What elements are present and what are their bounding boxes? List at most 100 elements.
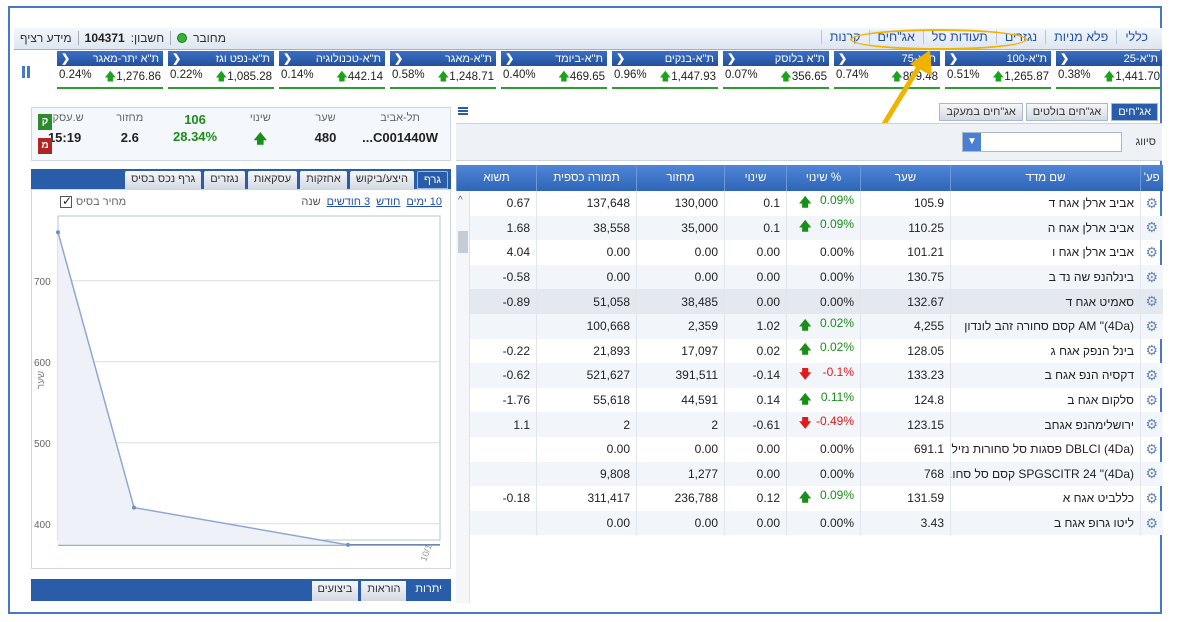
table-row[interactable]: ⚙ ליטו גרופ אגח ב 3.43 0.00% 0.00 0.00 0.00 [456, 510, 1163, 536]
tab-base-asset-graph[interactable]: גרף נכס בסיס [125, 171, 202, 189]
table-row[interactable]: ⚙ בינלהנפ שה נד ב 130.75 0.00% 0.00 0.00 0.00-… [456, 264, 1163, 290]
nav-general[interactable]: כללי [1116, 30, 1156, 44]
security-name-cell[interactable]: כללביט אגח א [950, 486, 1141, 511]
table-row[interactable]: ⚙ ירושלימהנפ אגחב 123.15 -0.49% 🡇 -0.61 2 2 1.1 [456, 412, 1163, 437]
security-name-cell[interactable]: בינל הנפק אגח ג [950, 338, 1141, 364]
table-row[interactable]: ⚙ אביב ארלן אגח ו 101.21 0.00% 0.00 0.00 0.00 4… [456, 240, 1163, 265]
security-name-cell[interactable]: (4Da)" AM קסם סחורה זהב לונדון [950, 313, 1141, 339]
column-header[interactable]: פע' [1140, 165, 1163, 191]
tab-bonds[interactable]: אג"חים [1111, 103, 1158, 121]
index-tile[interactable]: ת"א-מאגר ❮ 0.58% 🡅1,248.71 [390, 51, 496, 89]
row-action-cell[interactable]: ⚙ [1140, 510, 1163, 536]
tab-featured-bonds[interactable]: אג"חים בולטים [1025, 103, 1109, 121]
security-name-cell[interactable]: אביב ארלן אגח ד [950, 191, 1141, 216]
gear-icon[interactable]: ⚙ [1145, 515, 1158, 531]
table-row[interactable]: ⚙ סלקום אגח ב 124.8 0.11% 🡅 0.14 44,591 55,618-… [456, 387, 1163, 413]
expand-arrow-icon[interactable]: ❮ [61, 52, 70, 65]
table-row[interactable]: ⚙ דקסיה הנפ אגח ב 133.23 -0.1% 🡇 -0.14 391,511… [456, 363, 1163, 388]
security-name-cell[interactable]: דקסיה הנפ אגח ב [950, 363, 1141, 388]
table-row[interactable]: ⚙ בינל הנפק אגח ג 128.05 0.02% 🡅 0.02 17,097 21… [456, 338, 1163, 364]
security-name-cell[interactable]: ליטו גרופ אגח ב [950, 510, 1141, 536]
security-name-cell[interactable]: אביב ארלן אגח ו [950, 240, 1141, 265]
pause-icon[interactable] [22, 66, 30, 78]
scroll-up-icon[interactable]: ^ [458, 195, 463, 206]
gear-icon[interactable]: ⚙ [1145, 465, 1158, 481]
row-action-cell[interactable]: ⚙ [1140, 313, 1163, 339]
gear-icon[interactable]: ⚙ [1145, 392, 1158, 408]
tab-orders[interactable]: הוראות [361, 581, 407, 601]
row-action-cell[interactable]: ⚙ [1140, 338, 1163, 364]
expand-arrow-icon[interactable]: ❮ [394, 52, 403, 65]
table-row[interactable]: ⚙ אביב ארלן אגח ה 110.25 0.09% 🡅 0.1 35,000 38,… [456, 215, 1163, 241]
tab-derivatives[interactable]: נגזרים [204, 171, 245, 189]
tab-holdings[interactable]: אחזקות [300, 171, 347, 189]
column-header[interactable]: שינוי [724, 165, 787, 191]
row-action-cell[interactable]: ⚙ [1140, 412, 1163, 437]
gear-icon[interactable]: ⚙ [1145, 367, 1158, 383]
security-name-cell[interactable]: סלקום אגח ב [950, 387, 1141, 413]
table-row[interactable]: ⚙ כללביט אגח א 131.59 0.09% 🡅 0.12 236,788 311,… [456, 486, 1163, 511]
column-header[interactable]: שער [860, 165, 951, 191]
table-row[interactable]: ⚙ אביב ארלן אגח ד 105.9 0.09% 🡅 0.1 130,000 137… [456, 191, 1163, 216]
row-action-cell[interactable]: ⚙ [1140, 215, 1163, 241]
expand-arrow-icon[interactable]: ❮ [949, 52, 958, 65]
expand-arrow-icon[interactable]: ❮ [1060, 52, 1069, 65]
expand-arrow-icon[interactable]: ❮ [616, 52, 625, 65]
index-tile[interactable]: ת"א-75 ❮ 0.74% 🡅809.48 [834, 51, 940, 89]
expand-arrow-icon[interactable]: ❮ [505, 52, 514, 65]
expand-arrow-icon[interactable]: ❮ [172, 52, 181, 65]
expand-arrow-icon[interactable]: ❮ [727, 52, 736, 65]
classification-select[interactable]: ▼ [962, 132, 1122, 152]
security-name-cell[interactable]: סאמיט אגח ד [950, 289, 1141, 314]
index-tile[interactable]: ת"א-טכנולוגיה ❮ 0.14% 🡅442.14 [279, 51, 385, 89]
gear-icon[interactable]: ⚙ [1145, 219, 1158, 235]
column-header[interactable]: % שינוי [786, 165, 861, 191]
row-action-cell[interactable]: ⚙ [1140, 461, 1163, 487]
column-header[interactable]: תמורה כספית [536, 165, 637, 191]
row-action-cell[interactable]: ⚙ [1140, 240, 1163, 265]
scrollbar[interactable]: ^ [456, 191, 470, 603]
expand-arrow-icon[interactable]: ❮ [283, 52, 292, 65]
row-action-cell[interactable]: ⚙ [1140, 436, 1163, 462]
security-name-cell[interactable]: (4Da)" SPGSCITR 24 קסם סל סחו... [950, 461, 1141, 487]
tab-graph[interactable]: גרף [416, 171, 448, 189]
column-header[interactable]: שם מדד [950, 165, 1141, 191]
row-action-cell[interactable]: ⚙ [1140, 363, 1163, 388]
tab-tracked-bonds[interactable]: אג"חים במעקב [939, 103, 1023, 121]
gear-icon[interactable]: ⚙ [1145, 416, 1158, 432]
gear-icon[interactable]: ⚙ [1145, 269, 1158, 285]
gear-icon[interactable]: ⚙ [1145, 318, 1158, 334]
security-name-cell[interactable]: DBLCI (4Da) פסגות סל סחורות נזילות [950, 436, 1141, 462]
buy-button[interactable]: ק [38, 114, 52, 130]
row-action-cell[interactable]: ⚙ [1140, 387, 1163, 413]
security-name-cell[interactable]: אביב ארלן אגח ה [950, 215, 1141, 241]
index-tile[interactable]: ת"א-100 ❮ 0.51% 🡅1,265.87 [945, 51, 1051, 89]
security-name-cell[interactable]: ירושלימהנפ אגחב [950, 412, 1141, 437]
gear-icon[interactable]: ⚙ [1145, 244, 1158, 260]
column-header[interactable]: תשוא [456, 165, 537, 191]
row-action-cell[interactable]: ⚙ [1140, 191, 1163, 216]
tab-executions[interactable]: ביצועים [311, 581, 359, 601]
table-row[interactable]: ⚙ סאמיט אגח ד 132.67 0.00% 0.00 38,485 51,058-… [456, 289, 1163, 314]
index-tile[interactable]: ת"א יתר-מאגר ❮ 0.24% 🡅1,276.86 [57, 51, 163, 89]
index-tile[interactable]: ת"א-25 ❮ 0.38% 🡅1,441.70 [1056, 51, 1162, 89]
gear-icon[interactable]: ⚙ [1145, 490, 1158, 506]
chevron-down-icon[interactable]: ▼ [963, 133, 981, 151]
table-row[interactable]: ⚙ (4Da)" AM קסם סחורה זהב לונדון 4,255 0.02… [456, 313, 1163, 339]
index-tile[interactable]: ת"א-נפט וגז ❮ 0.22% 🡅1,085.28 [168, 51, 274, 89]
tab-supply-demand[interactable]: היצע/ביקוש [349, 171, 414, 189]
info-label[interactable]: מידע רציף [20, 31, 72, 45]
tab-trades[interactable]: עסקאות [247, 171, 298, 189]
table-row[interactable]: ⚙(4Da)" SPGSCITR 24 קסם סל סחו...768 0.00… [456, 461, 1163, 487]
gear-icon[interactable]: ⚙ [1145, 195, 1158, 211]
expand-arrow-icon[interactable]: ❮ [838, 52, 847, 65]
gear-icon[interactable]: ⚙ [1145, 441, 1158, 457]
tab-balances[interactable]: יתרות [409, 581, 448, 601]
menu-icon[interactable] [458, 107, 468, 115]
nav-stocks[interactable]: פלא מניות [1045, 30, 1116, 44]
column-header[interactable]: מחזור [636, 165, 725, 191]
row-action-cell[interactable]: ⚙ [1140, 264, 1163, 290]
security-name-cell[interactable]: בינלהנפ שה נד ב [950, 264, 1141, 290]
scroll-thumb[interactable] [458, 231, 468, 253]
index-tile[interactable]: ת"א-ביומד ❮ 0.40% 🡅469.65 [501, 51, 607, 89]
